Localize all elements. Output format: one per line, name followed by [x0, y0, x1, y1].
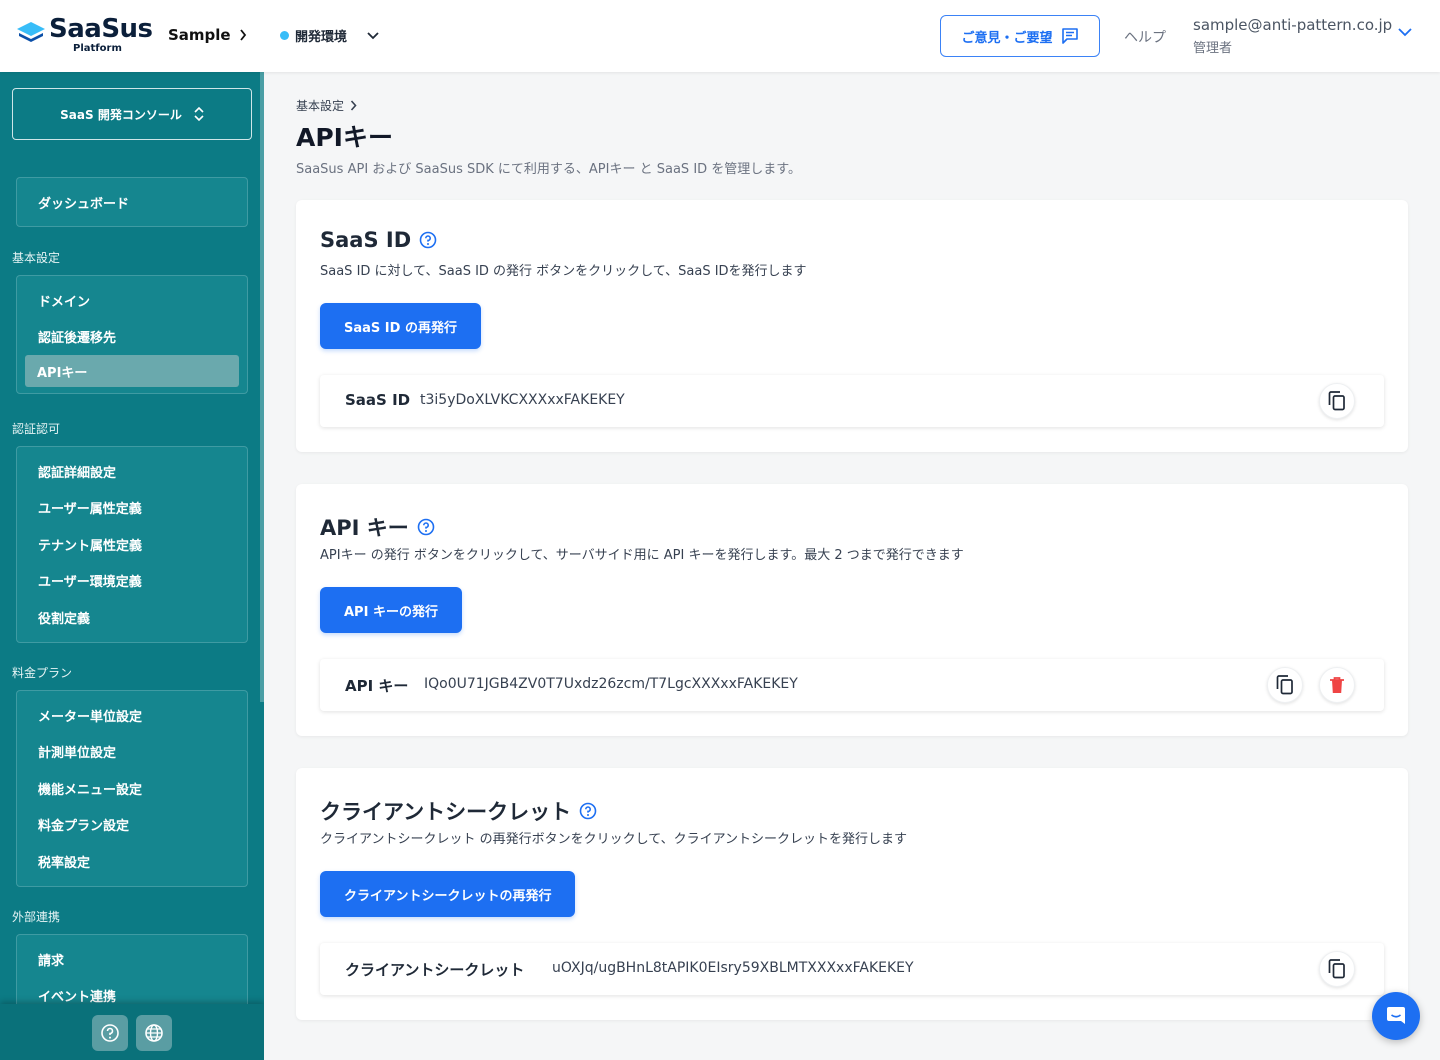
nav-heading-integrations: 外部連携 — [12, 910, 61, 924]
sidebar-item-billing[interactable]: 請求 — [17, 941, 247, 978]
sidebar-item-domain[interactable]: ドメイン — [17, 282, 247, 319]
copy-icon — [1328, 959, 1345, 979]
chevron-right-icon — [239, 29, 246, 41]
nav-group-pricing: メーター単位設定 計測単位設定 機能メニュー設定 料金プラン設定 税率設定 — [16, 690, 248, 887]
value-label: クライアントシークレット — [345, 961, 525, 979]
card-description: APIキー の発行 ボタンをクリックして、サーバサイド用に API キーを発行し… — [320, 548, 964, 563]
nav-group-auth: 認証詳細設定 ユーザー属性定義 テナント属性定義 ユーザー環境定義 役割定義 — [16, 446, 248, 643]
sidebar: SaaS 開発コンソール ダッシュボード 基本設定 ドメイン 認証後遷移先 AP… — [0, 72, 264, 1060]
copy-client-secret-button[interactable] — [1319, 951, 1355, 987]
sidebar-item-user-environments[interactable]: ユーザー環境定義 — [17, 563, 247, 600]
breadcrumb[interactable]: 基本設定 — [296, 97, 357, 114]
copy-saas-id-button[interactable] — [1319, 383, 1355, 419]
console-select[interactable]: SaaS 開発コンソール — [12, 88, 252, 140]
value-label: SaaS ID — [345, 391, 411, 409]
client-secret-card: クライアントシークレット クライアントシークレット の再発行ボタンをクリックして… — [296, 768, 1408, 1020]
client-secret-row: クライアントシークレット uOXJq/ugBHnL8tAPIK0EIsry59X… — [320, 943, 1384, 995]
card-title-text: SaaS ID — [320, 228, 412, 252]
sidebar-item-tenant-attributes[interactable]: テナント属性定義 — [17, 526, 247, 563]
help-circle-icon[interactable] — [579, 802, 597, 820]
api-key-card: API キー APIキー の発行 ボタンをクリックして、サーバサイド用に API… — [296, 484, 1408, 736]
sidebar-item-roles[interactable]: 役割定義 — [17, 599, 247, 636]
reissue-client-secret-button[interactable]: クライアントシークレットの再発行 — [320, 871, 576, 917]
nav-group-basic: ドメイン 認証後遷移先 APIキー — [16, 275, 248, 394]
app-switcher[interactable]: Sample — [168, 26, 247, 44]
copy-api-key-button[interactable] — [1267, 667, 1303, 703]
api-key-row: API キー IQo0U71JGB4ZV0T7Uxdz26zcm/T7LgcXX… — [320, 659, 1384, 711]
sidebar-item-meter-units[interactable]: メーター単位設定 — [17, 697, 247, 734]
sidebar-item-user-attributes[interactable]: ユーザー属性定義 — [17, 490, 247, 527]
client-secret-value: uOXJq/ugBHnL8tAPIK0EIsry59XBLMTXXXxxFAKE… — [552, 960, 914, 976]
help-link[interactable]: ヘルプ — [1124, 27, 1166, 47]
card-title: API キー — [320, 512, 435, 542]
chevron-right-icon — [350, 100, 357, 111]
chat-support-button[interactable] — [1372, 992, 1420, 1040]
saas-id-value: t3i5yDoXLVKCXXXxxFAKEKEY — [420, 392, 625, 408]
feedback-button[interactable]: ご意見・ご要望 — [940, 15, 1100, 57]
sidebar-item-pricing-plans[interactable]: 料金プラン設定 — [17, 807, 247, 844]
page-description: SaaSus API および SaaSus SDK にて利用する、APIキー と… — [296, 162, 801, 177]
card-title: クライアントシークレット — [320, 796, 597, 826]
globe-icon — [145, 1024, 163, 1042]
nav-group-dashboard: ダッシュボード — [16, 177, 248, 227]
card-description: SaaS ID に対して、SaaS ID の発行 ボタンをクリックして、SaaS… — [320, 264, 807, 279]
sidebar-item-redirect[interactable]: 認証後遷移先 — [17, 319, 247, 356]
console-label: SaaS 開発コンソール — [60, 107, 182, 122]
nav-heading-pricing: 料金プラン — [12, 666, 73, 680]
logo-sub: Platform — [73, 43, 122, 54]
chevron-down-icon — [367, 31, 379, 39]
help-button[interactable] — [92, 1015, 128, 1051]
comment-icon — [1061, 28, 1078, 44]
card-title-text: クライアントシークレット — [320, 800, 572, 824]
user-email: sample@anti-pattern.co.jp — [1193, 16, 1393, 34]
page-title: APIキー — [296, 123, 393, 152]
value-label: API キー — [345, 677, 409, 695]
logo-mark-icon — [17, 22, 45, 42]
saas-id-card: SaaS ID SaaS ID に対して、SaaS ID の発行 ボタンをクリッ… — [296, 200, 1408, 452]
breadcrumb-item[interactable]: 基本設定 — [296, 97, 344, 114]
api-key-value: IQo0U71JGB4ZV0T7Uxdz26zcm/T7LgcXXXxxFAKE… — [424, 676, 798, 692]
chat-icon — [1387, 1007, 1405, 1024]
user-menu-chevron-icon[interactable] — [1398, 28, 1412, 37]
card-title: SaaS ID — [320, 228, 437, 252]
nav-heading-basic: 基本設定 — [12, 251, 61, 265]
issue-api-key-button[interactable]: API キーの発行 — [320, 587, 462, 633]
sidebar-footer — [0, 1004, 264, 1060]
unfold-icon — [194, 106, 204, 122]
nav-heading-auth: 認証認可 — [12, 422, 61, 436]
trash-icon — [1330, 677, 1344, 693]
help-circle-icon[interactable] — [419, 231, 437, 249]
sidebar-item-feature-menus[interactable]: 機能メニュー設定 — [17, 770, 247, 807]
sidebar-item-dashboard[interactable]: ダッシュボード — [17, 178, 247, 226]
card-description: クライアントシークレット の再発行ボタンをクリックして、クライアントシークレット… — [320, 832, 908, 847]
app-header: SaaSus Platform Sample 開発環境 ご意見・ご要望 ヘルプ … — [0, 0, 1440, 72]
sidebar-item-measure-units[interactable]: 計測単位設定 — [17, 734, 247, 771]
help-icon — [101, 1024, 119, 1042]
main-content: 基本設定 APIキー SaaSus API および SaaSus SDK にて利… — [264, 72, 1440, 1060]
logo-name: SaaSus — [49, 14, 153, 44]
saas-id-row: SaaS ID t3i5yDoXLVKCXXXxxFAKEKEY — [320, 375, 1384, 427]
copy-icon — [1328, 391, 1345, 411]
reissue-saas-id-button[interactable]: SaaS ID の再発行 — [320, 303, 481, 349]
sidebar-item-auth-detail[interactable]: 認証詳細設定 — [17, 453, 247, 490]
language-button[interactable] — [136, 1015, 172, 1051]
card-title-text: API キー — [320, 516, 409, 540]
app-name: Sample — [168, 26, 231, 44]
user-menu[interactable]: sample@anti-pattern.co.jp 管理者 — [1193, 16, 1392, 56]
copy-icon — [1276, 675, 1293, 695]
feedback-label: ご意見・ご要望 — [961, 30, 1053, 46]
environment-select[interactable]: 開発環境 — [280, 26, 379, 45]
saasus-logo[interactable]: SaaSus Platform — [16, 14, 153, 56]
environment-name: 開発環境 — [295, 30, 348, 45]
sidebar-item-tax-rates[interactable]: 税率設定 — [17, 843, 247, 880]
help-circle-icon[interactable] — [417, 518, 435, 536]
user-role: 管理者 — [1193, 41, 1233, 56]
environment-status-dot — [280, 31, 289, 40]
sidebar-item-api-key[interactable]: APIキー — [25, 355, 239, 387]
delete-api-key-button[interactable] — [1319, 667, 1355, 703]
